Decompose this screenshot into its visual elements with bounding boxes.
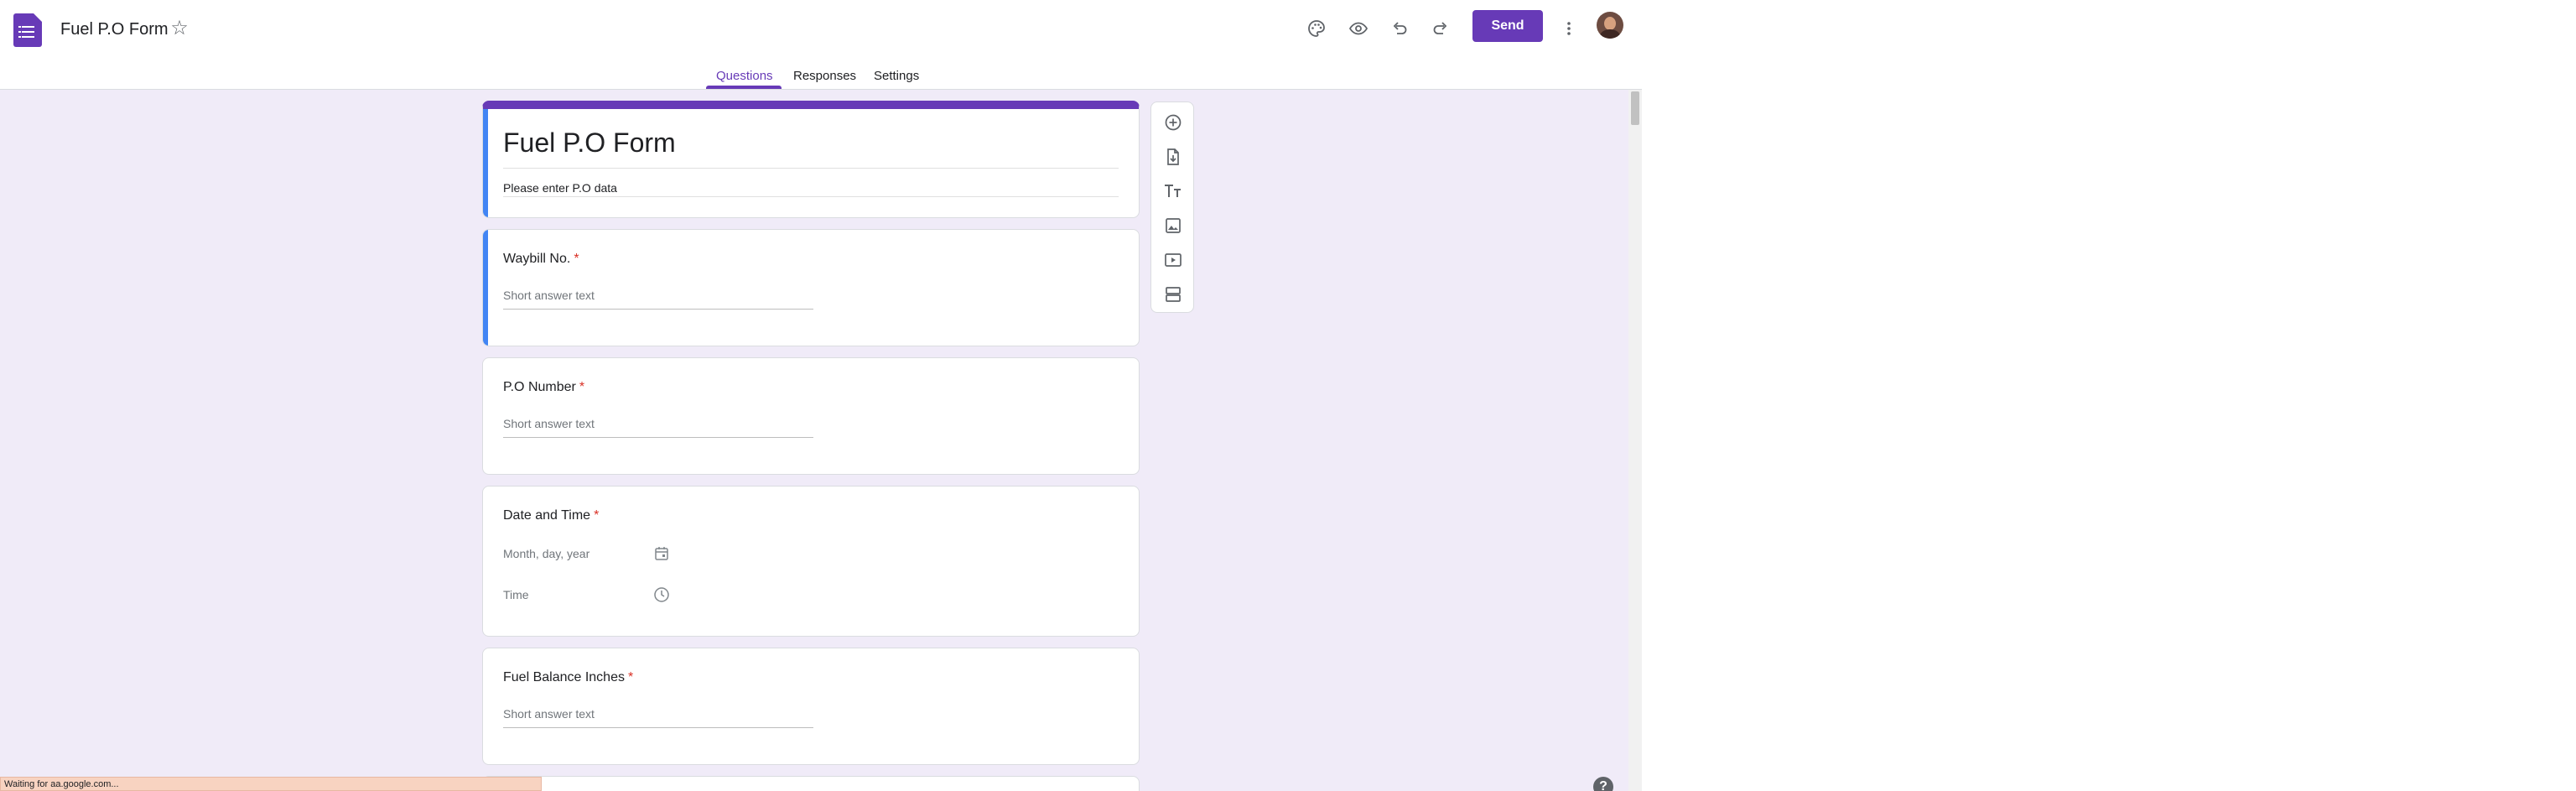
page-scrollbar[interactable] <box>1628 90 1642 791</box>
active-tab-indicator <box>706 86 782 89</box>
required-asterisk: * <box>594 508 600 523</box>
undo-icon[interactable] <box>1383 12 1416 45</box>
preview-eye-icon[interactable] <box>1342 12 1375 45</box>
add-video-icon[interactable] <box>1160 247 1187 273</box>
add-image-icon[interactable] <box>1160 212 1187 239</box>
tab-responses[interactable]: Responses <box>793 69 856 83</box>
scrollbar-thumb[interactable] <box>1631 91 1639 125</box>
tab-settings[interactable]: Settings <box>874 69 919 83</box>
top-bar: Fuel P.O Form ☆ Send Questions Responses… <box>0 0 1642 90</box>
short-answer-placeholder: Short answer text <box>503 417 595 430</box>
divider <box>503 196 1119 197</box>
answer-underline <box>503 437 813 438</box>
help-icon[interactable]: ? <box>1593 777 1613 791</box>
account-avatar[interactable] <box>1597 12 1623 39</box>
form-title-input[interactable]: Fuel P.O Form <box>503 127 676 159</box>
question-card-waybill[interactable]: Waybill No. * Short answer text <box>482 229 1140 346</box>
form-description-input[interactable]: Please enter P.O data <box>503 181 617 195</box>
add-title-icon[interactable] <box>1160 178 1187 205</box>
date-placeholder: Month, day, year <box>503 547 590 560</box>
editor-tabs: Questions Responses Settings <box>0 65 1642 89</box>
form-title-card[interactable]: Fuel P.O Form Please enter P.O data <box>482 101 1140 218</box>
question-title[interactable]: P.O Number * <box>503 380 584 395</box>
time-placeholder: Time <box>503 588 529 601</box>
floating-toolbar <box>1150 101 1194 313</box>
question-title[interactable]: Waybill No. * <box>503 252 579 267</box>
palette-icon[interactable] <box>1300 12 1333 45</box>
question-card-partial[interactable] <box>482 776 1140 791</box>
browser-status-bar: Waiting for aa.google.com... <box>0 777 542 791</box>
answer-underline <box>503 727 813 728</box>
add-question-icon[interactable] <box>1160 109 1187 136</box>
google-forms-logo-icon[interactable] <box>13 13 42 47</box>
required-asterisk: * <box>627 670 634 684</box>
clock-icon <box>652 585 671 604</box>
question-card-po-number[interactable]: P.O Number * Short answer text <box>482 357 1140 475</box>
calendar-icon <box>652 544 671 563</box>
document-title[interactable]: Fuel P.O Form <box>60 20 169 39</box>
question-card-date-time[interactable]: Date and Time * Month, day, year Time <box>482 486 1140 637</box>
required-asterisk: * <box>574 252 579 266</box>
import-questions-icon[interactable] <box>1160 143 1187 170</box>
add-section-icon[interactable] <box>1160 281 1187 308</box>
star-icon[interactable]: ☆ <box>168 17 191 40</box>
question-title[interactable]: Date and Time * <box>503 508 599 523</box>
more-options-icon[interactable] <box>1552 12 1586 45</box>
send-button[interactable]: Send <box>1472 10 1543 42</box>
required-asterisk: * <box>579 380 585 394</box>
tab-questions[interactable]: Questions <box>716 69 773 83</box>
redo-icon[interactable] <box>1424 12 1457 45</box>
short-answer-placeholder: Short answer text <box>503 289 595 302</box>
short-answer-placeholder: Short answer text <box>503 707 595 721</box>
form-canvas: Fuel P.O Form Please enter P.O data Wayb… <box>0 90 1642 791</box>
question-title[interactable]: Fuel Balance Inches * <box>503 670 633 685</box>
answer-underline <box>503 309 813 310</box>
forms-editor: Fuel P.O Form ☆ Send Questions Responses… <box>0 0 1642 791</box>
divider <box>503 168 1119 169</box>
question-card-fuel-balance[interactable]: Fuel Balance Inches * Short answer text <box>482 648 1140 765</box>
